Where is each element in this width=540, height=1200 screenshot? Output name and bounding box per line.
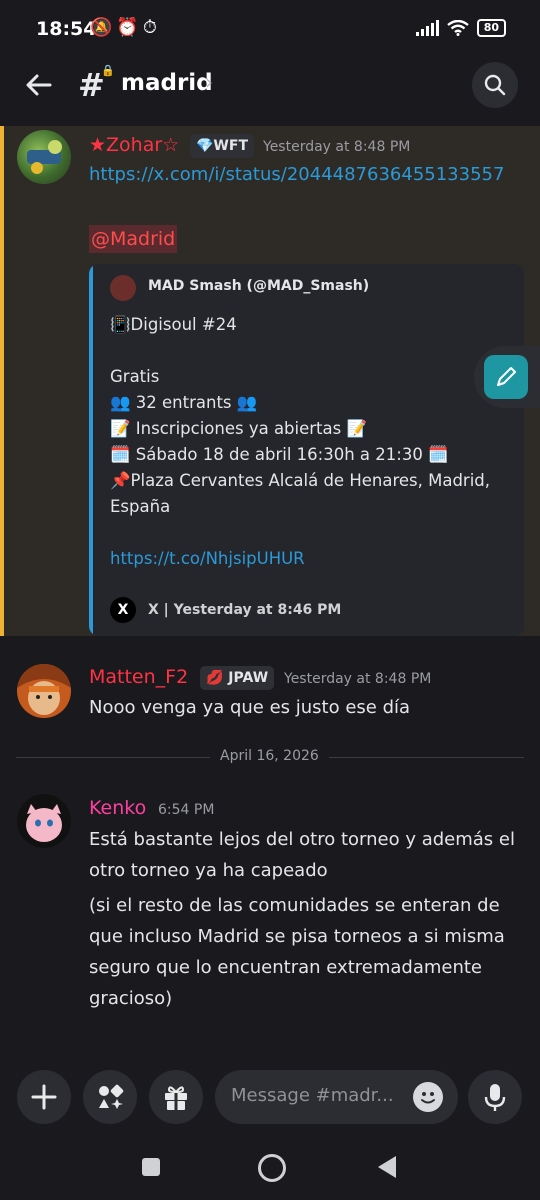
channel-name[interactable]: madrid xyxy=(121,70,213,96)
edit-pencil-icon xyxy=(497,367,516,386)
avatar[interactable] xyxy=(17,794,71,848)
embed-footer-text: X | Yesterday at 8:46 PM xyxy=(148,602,342,618)
plus-icon xyxy=(31,1084,57,1110)
search-icon xyxy=(484,74,506,96)
gift-icon xyxy=(165,1086,187,1110)
lock-icon: 🔒 xyxy=(101,64,115,77)
microphone-icon xyxy=(484,1084,506,1111)
battery-icon: 80 xyxy=(476,19,506,37)
edit-button[interactable] xyxy=(484,355,528,399)
embed-line: Gratis xyxy=(110,367,160,386)
date-divider: April 16, 2026 xyxy=(210,748,329,764)
avatar[interactable] xyxy=(17,130,71,184)
embed-line: 📳Digisoul #24 xyxy=(110,315,237,334)
back-arrow-icon xyxy=(26,74,52,96)
gift-button[interactable] xyxy=(149,1070,203,1124)
avatar[interactable] xyxy=(17,664,71,718)
search-button[interactable] xyxy=(472,62,518,108)
apps-icon xyxy=(99,1084,124,1109)
embed-description: 📳Digisoul #24 Gratis 👥 32 entrants 👥 📝 I… xyxy=(110,312,515,572)
author-name[interactable]: Matten_F2 xyxy=(89,666,188,688)
embed-accent-bar xyxy=(89,264,93,636)
message-text: Está bastante lejos del otro torneo y ad… xyxy=(89,829,515,881)
voice-message-button[interactable] xyxy=(468,1070,522,1124)
message-text: (si el resto de las comunidades se enter… xyxy=(89,895,505,1009)
emoji-button[interactable] xyxy=(413,1082,443,1112)
author-name[interactable]: ★Zohar☆ xyxy=(89,134,179,156)
message-composer: Message #madr... xyxy=(0,1056,540,1136)
system-nav-bar xyxy=(0,1136,540,1200)
status-time: 18:54 xyxy=(36,18,97,40)
embed-line: 📌Plaza Cervantes Alcalá de Henares, Madr… xyxy=(110,471,491,516)
embed-line: 👥 32 entrants 👥 xyxy=(110,393,258,412)
embed-author-avatar xyxy=(110,275,136,301)
message-link[interactable]: https://x.com/i/status/20444876364551335… xyxy=(89,159,504,190)
status-bar: 18:54 🔕⏰⏱ 80 xyxy=(0,0,540,60)
home-button[interactable] xyxy=(258,1154,286,1182)
embed-line: 🗓️ Sábado 18 de abril 16:30h a 21:30 🗓️ xyxy=(110,445,449,464)
embed-footer: X X | Yesterday at 8:46 PM xyxy=(110,597,341,623)
channel-header: # 🔒 madrid › xyxy=(0,60,540,120)
status-right: 80 xyxy=(415,19,506,37)
clan-tag: 💎WFT xyxy=(190,134,254,158)
x-logo-icon: X xyxy=(110,597,136,623)
timestamp: 6:54 PM xyxy=(158,802,215,818)
role-mention[interactable]: @Madrid xyxy=(89,225,178,253)
chevron-right-icon[interactable]: › xyxy=(205,70,213,94)
add-attachment-button[interactable] xyxy=(17,1070,71,1124)
embed-line xyxy=(110,520,515,546)
system-back-button[interactable] xyxy=(378,1156,396,1178)
recents-button[interactable] xyxy=(142,1158,160,1176)
link-embed[interactable]: MAD Smash (@MAD_Smash) 📳Digisoul #24 Gra… xyxy=(89,264,524,636)
message-text: Nooo venga ya que es justo ese día xyxy=(89,697,411,718)
mention-highlight-bar xyxy=(0,126,4,636)
message-input[interactable]: Message #madr... xyxy=(215,1070,458,1124)
message-input-placeholder: Message #madr... xyxy=(231,1085,394,1106)
embed-line xyxy=(110,338,515,364)
signal-icon xyxy=(415,20,439,36)
timestamp: Yesterday at 8:48 PM xyxy=(263,139,411,155)
timestamp: Yesterday at 8:48 PM xyxy=(284,671,432,687)
wifi-icon xyxy=(446,20,469,36)
back-button[interactable] xyxy=(22,68,56,102)
notification-icons: 🔕⏰⏱ xyxy=(90,17,161,38)
clan-tag: 💋 JPAW xyxy=(200,666,275,690)
embed-author[interactable]: MAD Smash (@MAD_Smash) xyxy=(148,278,369,294)
emoji-icon xyxy=(421,1092,435,1104)
apps-button[interactable] xyxy=(83,1070,137,1124)
floating-edit-tab xyxy=(474,346,540,408)
embed-line: 📝 Inscripciones ya abiertas 📝 xyxy=(110,419,368,438)
author-name[interactable]: Kenko xyxy=(89,797,146,819)
embed-link[interactable]: https://t.co/NhjsipUHUR xyxy=(110,546,515,572)
